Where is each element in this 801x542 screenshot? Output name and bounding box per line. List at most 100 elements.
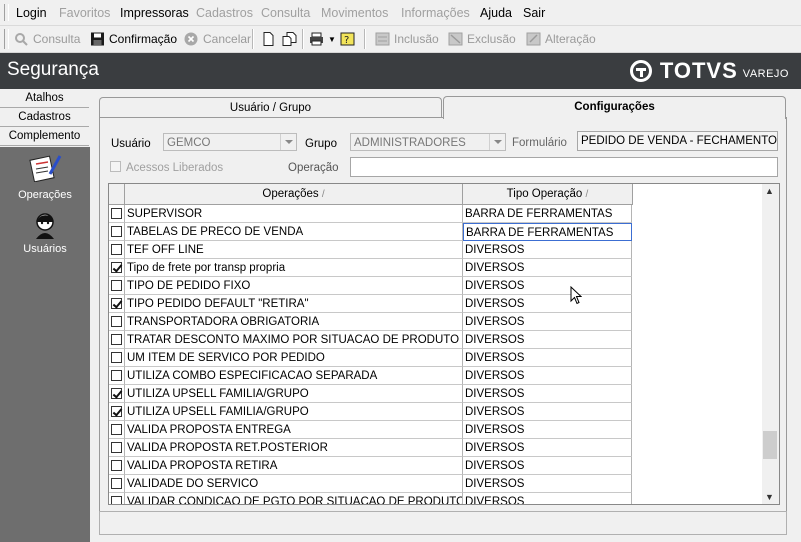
operation-type-cell[interactable]: DIVERSOS [463, 457, 632, 475]
operation-cell[interactable]: SUPERVISOR [125, 205, 463, 223]
copy-document-button[interactable] [282, 31, 301, 47]
row-checkbox[interactable] [111, 334, 122, 345]
table-row[interactable]: VALIDA PROPOSTA ENTREGA DIVERSOS [109, 421, 632, 439]
operation-type-cell[interactable]: DIVERSOS [463, 331, 632, 349]
print-button[interactable]: ▼ [309, 31, 336, 47]
row-checkbox[interactable] [111, 478, 122, 489]
usuario-combo[interactable]: GEMCO [163, 133, 297, 151]
operation-cell[interactable]: TABELAS DE PRECO DE VENDA [125, 223, 463, 241]
cancelar-button[interactable]: Cancelar [184, 31, 251, 47]
menu-impressoras[interactable]: Impressoras [120, 6, 189, 20]
operation-type-cell[interactable]: DIVERSOS [463, 367, 632, 385]
row-checkbox[interactable] [111, 352, 122, 363]
table-row[interactable]: UTILIZA COMBO ESPECIFICACAO SEPARADA DIVE… [109, 367, 632, 385]
exclusao-button[interactable]: Exclusão [448, 31, 516, 47]
table-row[interactable]: TRANSPORTADORA OBRIGATORIA DIVERSOS [109, 313, 632, 331]
operation-type-cell[interactable]: DIVERSOS [463, 439, 632, 457]
table-row[interactable]: UTILIZA UPSELL FAMILIA/GRUPO DIVERSOS [109, 385, 632, 403]
operation-type-cell[interactable]: DIVERSOS [463, 241, 632, 259]
table-row[interactable]: VALIDA PROPOSTA RET.POSTERIOR DIVERSOS [109, 439, 632, 457]
nav-tab-atalhos[interactable]: Atalhos [0, 89, 89, 108]
operation-cell[interactable]: UTILIZA UPSELL FAMILIA/GRUPO [125, 385, 463, 403]
operation-cell[interactable]: VALIDAR CONDICAO DE PGTO POR SITUACAO DE… [125, 493, 463, 504]
row-checkbox[interactable] [111, 370, 122, 381]
operation-type-cell[interactable]: DIVERSOS [463, 403, 632, 421]
operation-cell[interactable]: TIPO DE PEDIDO FIXO [125, 277, 463, 295]
operation-type-cell[interactable]: DIVERSOS [463, 385, 632, 403]
table-row[interactable]: VALIDADE DO SERVICO DIVERSOS [109, 475, 632, 493]
menu-informacoes[interactable]: Informações [401, 6, 470, 20]
scroll-up-icon[interactable]: ▲ [765, 186, 774, 196]
nav-button-operacoes[interactable]: Operações [0, 152, 90, 201]
operation-cell[interactable]: TEF OFF LINE [125, 241, 463, 259]
vertical-scrollbar[interactable]: ▲ ▼ [762, 184, 779, 504]
formulario-field[interactable]: PEDIDO DE VENDA - FECHAMENTO [577, 131, 778, 151]
table-row[interactable]: VALIDAR CONDICAO DE PGTO POR SITUACAO DE… [109, 493, 632, 504]
operation-type-cell[interactable]: DIVERSOS [463, 349, 632, 367]
operation-cell[interactable]: TRATAR DESCONTO MAXIMO POR SITUACAO DE P… [125, 331, 463, 349]
menu-consulta[interactable]: Consulta [261, 6, 310, 20]
nav-tab-cadastros[interactable]: Cadastros [0, 108, 89, 127]
column-header-operacoes[interactable]: Operações / [125, 184, 463, 204]
operation-type-cell[interactable]: DIVERSOS [463, 295, 632, 313]
operation-cell[interactable]: TIPO PEDIDO DEFAULT "RETIRA" [125, 295, 463, 313]
operation-type-cell[interactable]: DIVERSOS [463, 313, 632, 331]
operation-cell[interactable]: Tipo de frete por transp propria [125, 259, 463, 277]
inclusao-button[interactable]: Inclusão [375, 31, 439, 47]
tab-configuracoes[interactable]: Configurações [443, 96, 786, 119]
column-header-tipo-operacao[interactable]: Tipo Operação / [463, 184, 633, 204]
row-checkbox[interactable] [111, 442, 122, 453]
row-checkbox[interactable] [111, 298, 122, 309]
operation-cell[interactable]: TRANSPORTADORA OBRIGATORIA [125, 313, 463, 331]
table-row[interactable]: TIPO DE PEDIDO FIXO DIVERSOS [109, 277, 632, 295]
operation-cell[interactable]: VALIDA PROPOSTA ENTREGA [125, 421, 463, 439]
table-row[interactable]: TABELAS DE PRECO DE VENDA BARRA DE FERRAM… [109, 223, 632, 241]
row-checkbox[interactable] [111, 226, 122, 237]
scrollbar-thumb[interactable] [763, 431, 777, 459]
acessos-liberados-checkbox[interactable] [110, 161, 121, 172]
operacao-field[interactable] [350, 157, 778, 177]
scroll-down-icon[interactable]: ▼ [765, 492, 774, 502]
operation-type-cell[interactable]: BARRA DE FERRAMENTAS [463, 205, 632, 223]
menu-sair[interactable]: Sair [523, 6, 545, 20]
table-row[interactable]: TIPO PEDIDO DEFAULT "RETIRA" DIVERSOS [109, 295, 632, 313]
row-checkbox[interactable] [111, 316, 122, 327]
operation-type-cell[interactable]: DIVERSOS [463, 259, 632, 277]
new-document-button[interactable] [261, 31, 280, 47]
row-checkbox[interactable] [111, 280, 122, 291]
menu-favoritos[interactable]: Favoritos [59, 6, 110, 20]
alteracao-button[interactable]: Alteração [526, 31, 596, 47]
table-row[interactable]: VALIDA PROPOSTA RETIRA DIVERSOS [109, 457, 632, 475]
tab-usuario-grupo[interactable]: Usuário / Grupo [99, 97, 442, 118]
menu-movimentos[interactable]: Movimentos [321, 6, 388, 20]
operation-cell[interactable]: UM ITEM DE SERVICO POR PEDIDO [125, 349, 463, 367]
row-checkbox[interactable] [111, 496, 122, 504]
operation-cell[interactable]: VALIDADE DO SERVICO [125, 475, 463, 493]
operation-type-cell[interactable]: DIVERSOS [463, 475, 632, 493]
table-row[interactable]: TRATAR DESCONTO MAXIMO POR SITUACAO DE P… [109, 331, 632, 349]
operation-type-cell[interactable]: BARRA DE FERRAMENTAS [463, 223, 632, 241]
operation-cell[interactable]: UTILIZA COMBO ESPECIFICACAO SEPARADA [125, 367, 463, 385]
row-checkbox[interactable] [111, 406, 122, 417]
menu-ajuda[interactable]: Ajuda [480, 6, 512, 20]
table-row[interactable]: Tipo de frete por transp propria DIVERSOS [109, 259, 632, 277]
operation-cell[interactable]: VALIDA PROPOSTA RETIRA [125, 457, 463, 475]
consulta-button[interactable]: Consulta [14, 31, 80, 47]
table-row[interactable]: UM ITEM DE SERVICO POR PEDIDO DIVERSOS [109, 349, 632, 367]
nav-tab-complemento[interactable]: Complemento [0, 127, 89, 146]
operation-cell[interactable]: UTILIZA UPSELL FAMILIA/GRUPO [125, 403, 463, 421]
row-checkbox[interactable] [111, 388, 122, 399]
operation-type-cell[interactable]: DIVERSOS [463, 493, 632, 504]
operation-type-cell[interactable]: DIVERSOS [463, 277, 632, 295]
nav-button-usuarios[interactable]: Usuários [0, 213, 90, 255]
row-checkbox[interactable] [111, 262, 122, 273]
menu-login[interactable]: Login [16, 6, 47, 20]
table-row[interactable]: UTILIZA UPSELL FAMILIA/GRUPO DIVERSOS [109, 403, 632, 421]
menu-cadastros[interactable]: Cadastros [196, 6, 253, 20]
operation-type-cell[interactable]: DIVERSOS [463, 421, 632, 439]
row-checkbox[interactable] [111, 424, 122, 435]
grupo-combo[interactable]: ADMINISTRADORES [350, 133, 506, 151]
row-checkbox[interactable] [111, 460, 122, 471]
help-button[interactable]: ? [340, 31, 359, 47]
operation-cell[interactable]: VALIDA PROPOSTA RET.POSTERIOR [125, 439, 463, 457]
